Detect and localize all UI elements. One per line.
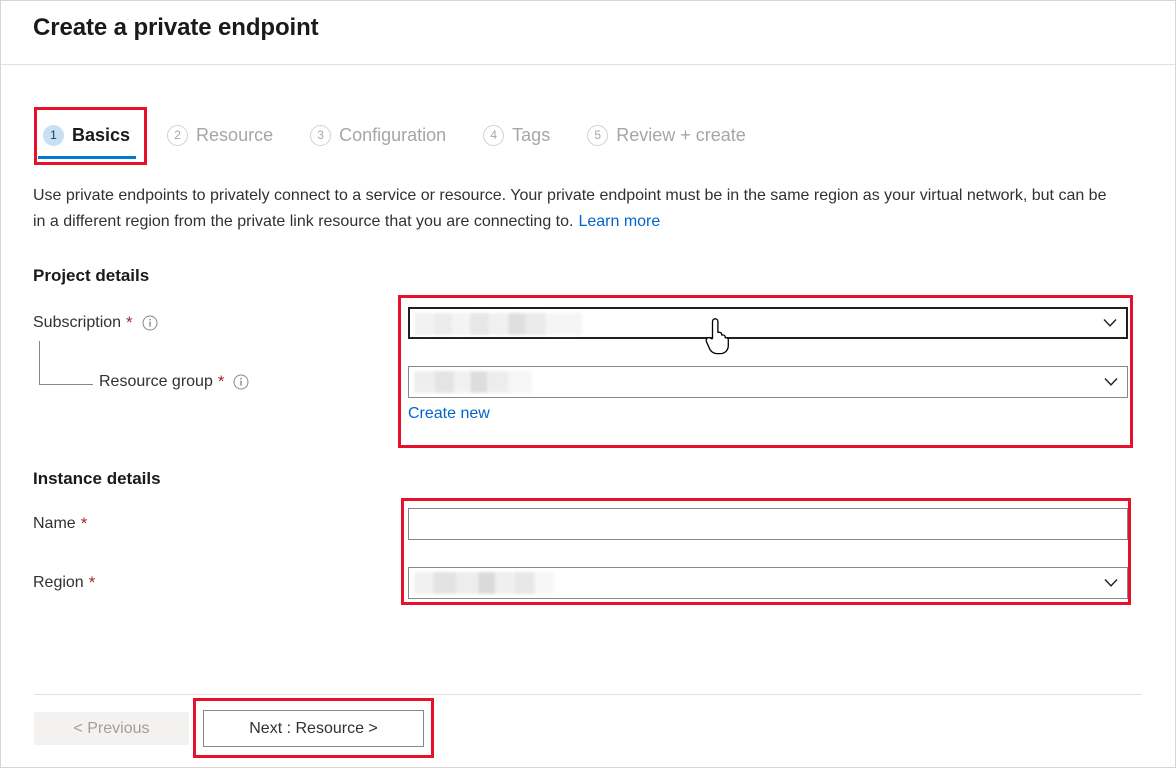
tab-resource[interactable]: 2 Resource	[158, 111, 283, 159]
page-title: Create a private endpoint	[33, 14, 319, 41]
tab-tags[interactable]: 4 Tags	[474, 111, 560, 159]
label-resource-group-text: Resource group	[99, 373, 213, 390]
section-heading-project-details: Project details	[33, 266, 150, 285]
region-required-marker: *	[88, 573, 96, 592]
create-new-resource-group-link[interactable]: Create new	[408, 405, 490, 423]
resource-group-redacted-value	[414, 371, 532, 393]
subscription-required-marker: *	[126, 313, 133, 332]
learn-more-link[interactable]: Learn more	[578, 213, 660, 230]
description-text: Use private endpoints to privately conne…	[33, 187, 1107, 230]
info-icon[interactable]	[233, 374, 249, 390]
tab-resource-label: Resource	[196, 125, 274, 145]
blade-header: Create a private endpoint	[1, 1, 1175, 65]
region-redacted-value	[414, 572, 554, 594]
tab-tags-label: Tags	[512, 125, 551, 145]
tab-review-create[interactable]: 5 Review + create	[578, 111, 756, 159]
label-resource-group: Resource group *	[99, 373, 249, 391]
create-private-endpoint-blade: Create a private endpoint 1 Basics 2 Res…	[0, 0, 1176, 768]
hand-pointer-cursor	[705, 318, 729, 355]
next-resource-button[interactable]: Next : Resource >	[203, 710, 424, 747]
info-icon[interactable]	[142, 315, 158, 331]
field-hierarchy-connector	[39, 341, 93, 385]
label-name-text: Name	[33, 515, 76, 532]
tab-basics-number: 1	[43, 124, 64, 146]
chevron-down-icon	[1103, 319, 1117, 327]
previous-button[interactable]: < Previous	[34, 712, 189, 745]
label-region: Region *	[33, 574, 95, 592]
label-region-text: Region	[33, 574, 84, 591]
subscription-redacted-value	[415, 313, 582, 335]
tab-configuration-number: 3	[310, 124, 332, 146]
section-heading-instance-details: Instance details	[33, 469, 161, 488]
wizard-tab-list: 1 Basics 2 Resource 3 Configuration 4 Ta…	[34, 111, 756, 161]
label-subscription-text: Subscription	[33, 314, 122, 331]
label-name: Name *	[33, 515, 87, 533]
resource-group-dropdown[interactable]	[408, 366, 1128, 398]
tab-review-create-label: Review + create	[616, 125, 746, 145]
tab-basics-label: Basics	[72, 125, 131, 145]
footer-divider	[34, 694, 1142, 695]
tab-basics[interactable]: 1 Basics	[34, 111, 140, 159]
blade-description: Use private endpoints to privately conne…	[33, 183, 1118, 235]
name-input[interactable]	[408, 508, 1128, 540]
tab-configuration[interactable]: 3 Configuration	[301, 111, 456, 159]
tab-tags-number: 4	[483, 124, 505, 146]
resource-group-required-marker: *	[217, 372, 225, 391]
label-subscription: Subscription *	[33, 314, 158, 332]
tab-resource-number: 2	[167, 124, 189, 146]
region-dropdown[interactable]	[408, 567, 1128, 599]
name-required-marker: *	[80, 514, 88, 533]
tab-review-create-number: 5	[587, 124, 609, 146]
tab-configuration-label: Configuration	[339, 125, 447, 145]
subscription-dropdown[interactable]	[408, 307, 1128, 339]
chevron-down-icon	[1104, 579, 1118, 587]
chevron-down-icon	[1104, 378, 1118, 386]
